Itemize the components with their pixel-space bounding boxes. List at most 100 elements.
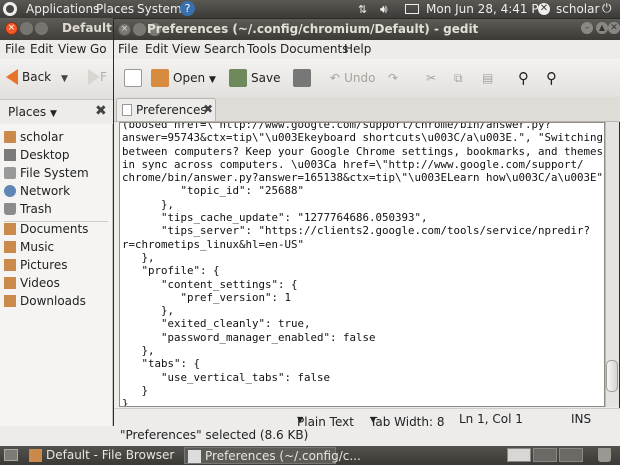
menu-file[interactable]: File (5, 42, 25, 56)
menu-edit[interactable]: Edit (30, 42, 53, 56)
sidebar-item-documents[interactable]: Documents (4, 222, 112, 238)
sidebar-item-desktop[interactable]: Desktop (4, 148, 112, 164)
open-dropdown[interactable]: ▼ (209, 66, 216, 90)
forward-label: F (100, 70, 107, 84)
paste-icon: ▤ (482, 71, 494, 85)
top-panel: Applications Places System ? ⇅ 🔊︎ Mon Ju… (0, 0, 620, 18)
gedit-titlebar[interactable]: × Preferences (~/.config/chromium/Defaul… (114, 19, 620, 40)
trash-icon (4, 203, 16, 215)
menu-help[interactable]: Help (344, 42, 371, 56)
close-window-button[interactable]: × (5, 22, 18, 35)
text-editor[interactable]: (boosed href=\"http://www.google.com/sup… (119, 122, 605, 407)
chevron-down-icon: ▼ (60, 74, 68, 84)
selection-status: "Preferences" selected (8.6 KB) (120, 428, 309, 442)
new-document-button[interactable] (124, 66, 146, 90)
cut-button[interactable]: ✂ (426, 66, 436, 90)
help-icon[interactable]: ? (180, 1, 195, 16)
menu-view[interactable]: View (58, 42, 86, 56)
sidebar-label: Videos (20, 276, 60, 290)
chevron-down-icon: ▼ (370, 415, 377, 424)
workspace-switcher[interactable] (533, 448, 557, 462)
minimize-window-button[interactable] (20, 22, 33, 35)
paste-button[interactable]: ▤ (482, 66, 493, 90)
syntax-label: Plain Text (297, 415, 354, 429)
menu-tools[interactable]: Tools (247, 42, 277, 56)
print-button[interactable] (293, 66, 315, 90)
menu-search[interactable]: Search (204, 42, 245, 56)
system-menu[interactable]: System (137, 2, 182, 16)
sidebar-label: Documents (20, 222, 89, 236)
forward-button[interactable]: F (88, 69, 107, 85)
close-window-button[interactable]: × (118, 23, 131, 36)
maximize-window-button[interactable] (35, 22, 48, 35)
file-browser-menubar: File Edit View Go B (0, 40, 120, 59)
new-document-icon (124, 69, 142, 87)
undo-label: Undo (344, 71, 376, 85)
sidebar-item-downloads[interactable]: Downloads (4, 294, 112, 310)
folder-open-icon (151, 69, 169, 87)
menu-view[interactable]: View (172, 42, 200, 56)
find-replace-button[interactable]: ⚲ (546, 66, 557, 90)
sidebar-item-scholar[interactable]: scholar (4, 130, 112, 146)
sidebar-label: scholar (20, 130, 64, 144)
undo-button[interactable]: ↶ Undo (330, 66, 375, 90)
power-icon[interactable]: ⏻ (602, 1, 612, 16)
save-button[interactable]: Save (229, 66, 280, 90)
minimize-window-button[interactable] (133, 23, 146, 36)
document-icon (122, 104, 132, 116)
menu-go[interactable]: Go (90, 42, 107, 56)
menu-file[interactable]: File (118, 42, 138, 56)
taskbar-item-file-browser[interactable]: Default - File Browser (26, 447, 182, 464)
window-title: Preferences (~/.config/chromium/Default)… (147, 22, 479, 36)
sidebar-item-music[interactable]: Music (4, 240, 112, 256)
sidebar-label: Music (20, 240, 55, 254)
menu-documents[interactable]: Documents (280, 42, 348, 56)
user-status-icon[interactable]: ✕ (538, 3, 550, 15)
scrollbar-thumb[interactable] (606, 360, 618, 392)
ubuntu-logo-icon[interactable] (3, 2, 17, 16)
places-menu[interactable]: Places (96, 2, 134, 16)
places-dropdown[interactable]: Places ▼ (8, 105, 57, 119)
redo-button[interactable]: ↷ (388, 66, 398, 90)
chevron-down-icon: ▼ (209, 75, 216, 85)
open-button[interactable]: Open (151, 66, 205, 90)
volume-icon[interactable]: 🔊︎ (380, 2, 388, 17)
menu-edit[interactable]: Edit (145, 42, 168, 56)
sidebar-item-pictures[interactable]: Pictures (4, 258, 112, 274)
file-browser-statusbar: "Preferences" selected (8.6 KB) (112, 426, 620, 444)
sidebar-item-videos[interactable]: Videos (4, 276, 112, 292)
folder-icon (4, 241, 16, 253)
mail-icon[interactable] (405, 4, 419, 14)
clock[interactable]: Mon Jun 28, 4:41 PM (426, 2, 549, 16)
minimize-icon[interactable]: – (581, 22, 593, 34)
close-icon[interactable]: ✕ (608, 22, 620, 34)
gedit-menubar: File Edit View Search Tools Documents He… (114, 40, 620, 59)
show-desktop-icon[interactable] (4, 449, 18, 461)
tab-preferences[interactable]: Preferences ✖ (116, 98, 216, 121)
trash-icon[interactable] (598, 448, 611, 462)
save-label: Save (251, 71, 281, 85)
copy-button[interactable]: ⧉ (454, 66, 463, 90)
close-tab-icon[interactable]: ✖ (203, 102, 213, 116)
folder-icon (29, 449, 42, 462)
close-sidebar-icon[interactable]: ✖ (95, 103, 107, 119)
sidebar-item-trash[interactable]: Trash (4, 202, 112, 218)
network-icon[interactable]: ⇅ (358, 3, 367, 16)
sidebar-item-network[interactable]: Network (4, 184, 112, 200)
drive-icon (4, 167, 16, 179)
gedit-statusbar: Plain Text ▼ Tab Width: 8 ▼ Ln 1, Col 1 … (114, 408, 620, 429)
copy-icon: ⧉ (454, 71, 463, 85)
sidebar-label: Downloads (20, 294, 86, 308)
find-replace-icon: ⚲ (546, 69, 557, 87)
sidebar-item-filesystem[interactable]: File System (4, 166, 112, 182)
back-button[interactable]: Back ▼ (6, 69, 68, 85)
user-name[interactable]: scholar (556, 2, 599, 16)
workspace-switcher[interactable] (559, 448, 583, 462)
scissors-icon: ✂ (426, 71, 437, 85)
find-button[interactable]: ⚲ (518, 66, 529, 90)
applications-menu[interactable]: Applications (26, 2, 99, 16)
tab-label: Preferences (136, 103, 207, 117)
maximize-icon[interactable]: ▲ (596, 22, 608, 34)
workspace-switcher[interactable] (507, 448, 531, 462)
taskbar-item-gedit[interactable]: Preferences (~/.config/c... (184, 447, 361, 464)
